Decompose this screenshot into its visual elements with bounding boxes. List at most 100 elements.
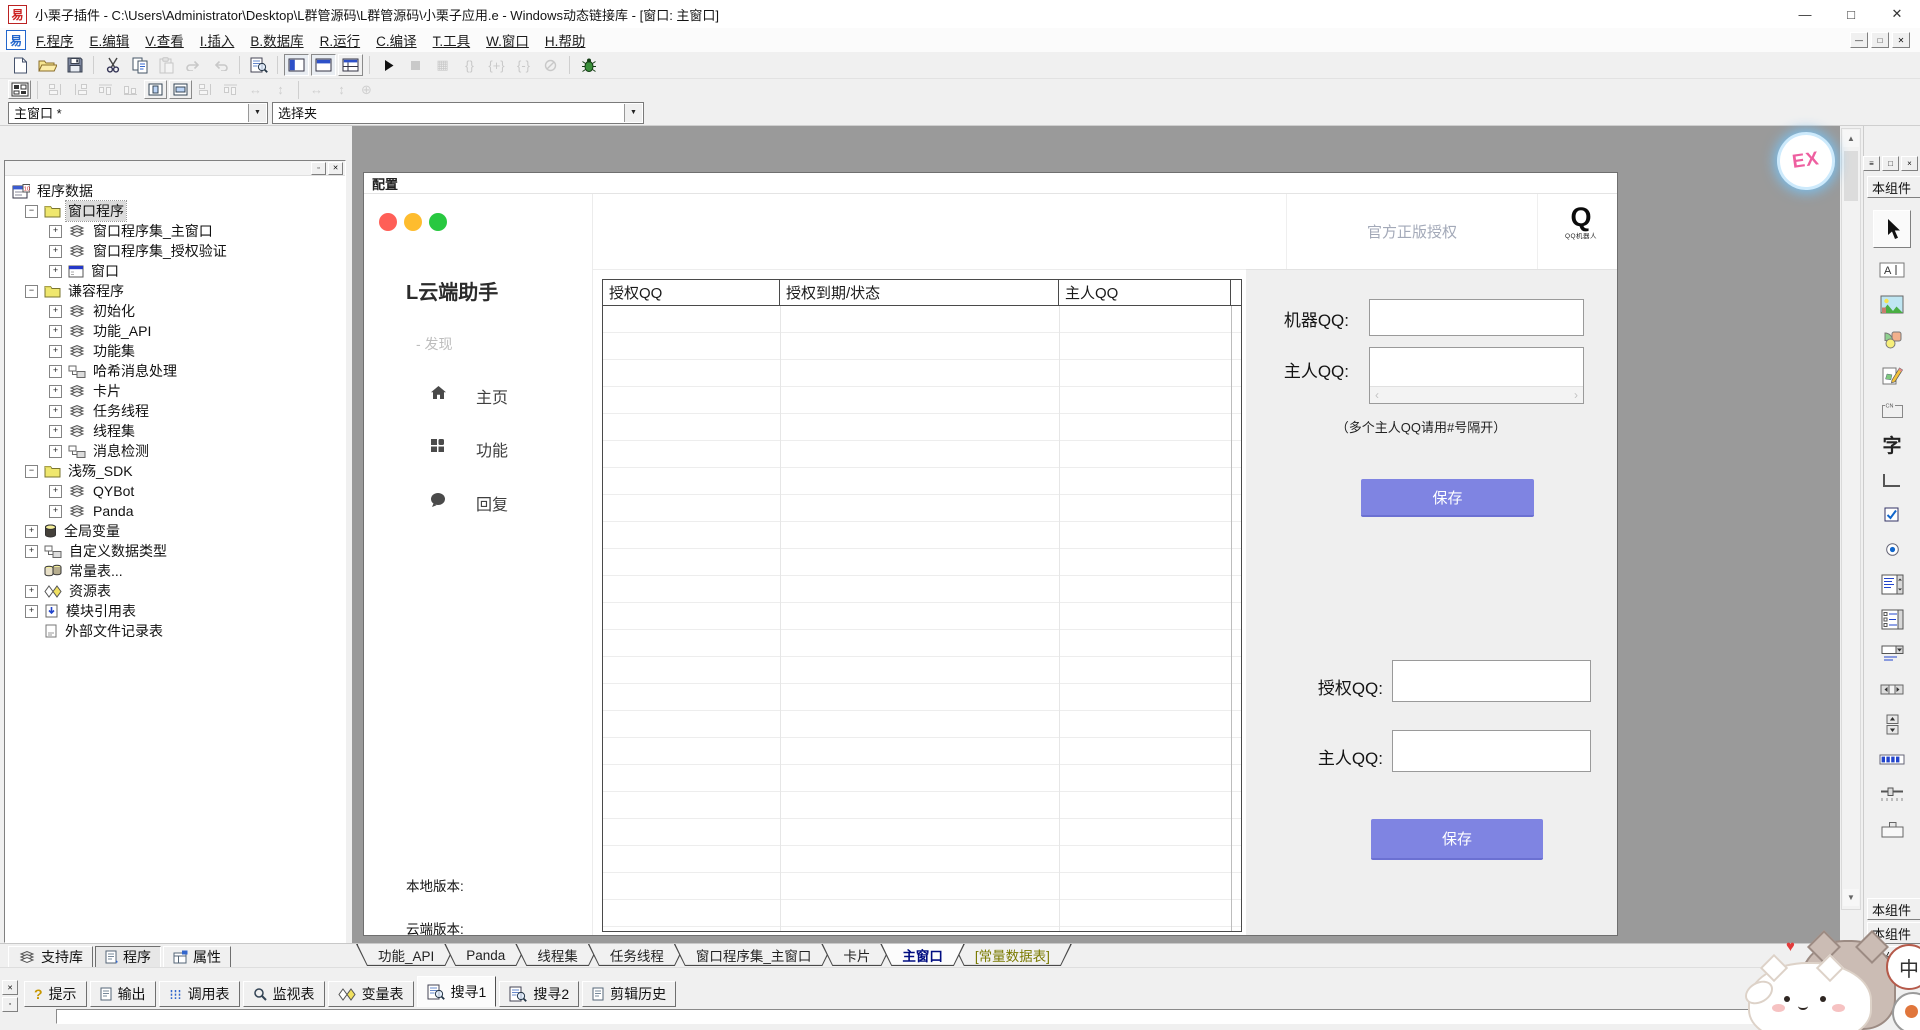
table-row[interactable]: [603, 306, 1241, 333]
view-code-button[interactable]: [246, 54, 271, 76]
panel-close-button[interactable]: ✕: [328, 162, 343, 175]
progress-bar-tool[interactable]: [1864, 742, 1920, 777]
tree-item-功能_API[interactable]: +功能_API: [5, 321, 345, 341]
base-components-button-2[interactable]: 本组件: [1867, 898, 1920, 920]
output-tab-提示[interactable]: ?提示: [24, 981, 87, 1007]
nav-item-功能[interactable]: 功能: [364, 435, 592, 461]
table-row[interactable]: [603, 630, 1241, 657]
picture-box-tool[interactable]: [1864, 287, 1920, 322]
table-row[interactable]: [603, 873, 1241, 900]
scroll-down-icon[interactable]: ▼: [1843, 889, 1859, 906]
cut-button[interactable]: [100, 54, 125, 76]
tree-item-自定义数据类型[interactable]: +自定义数据类型: [5, 541, 345, 561]
save-button[interactable]: 保存: [1361, 479, 1534, 517]
table-row[interactable]: [603, 900, 1241, 927]
table-row[interactable]: [603, 927, 1241, 931]
tree-item-浅殇_SDK[interactable]: −浅殇_SDK: [5, 461, 345, 481]
minimize-button[interactable]: —: [1782, 0, 1828, 28]
table-row[interactable]: [603, 441, 1241, 468]
output-tab-输出[interactable]: 输出: [90, 981, 156, 1007]
tree-item-谦容程序[interactable]: −谦容程序: [5, 281, 345, 301]
output-maximize-button[interactable]: ▫: [2, 997, 18, 1012]
tree-expander-icon[interactable]: +: [25, 605, 38, 618]
static-text-tool[interactable]: 字: [1864, 427, 1920, 462]
tree-expander-icon[interactable]: +: [25, 545, 38, 558]
output-tab-调用表[interactable]: 调用表: [159, 981, 240, 1007]
toolbox-restore-button[interactable]: □: [1882, 156, 1899, 171]
tree-expander-icon[interactable]: +: [25, 585, 38, 598]
doc-tab-任务线程[interactable]: 任务线程: [588, 944, 686, 966]
plugin-debug-button[interactable]: [576, 54, 601, 76]
check-list-box-tool[interactable]: [1864, 602, 1920, 637]
edit-box-tool[interactable]: [1864, 357, 1920, 392]
tree-expander-icon[interactable]: +: [49, 385, 62, 398]
spinner-tool[interactable]: [1864, 707, 1920, 742]
group-box-tool[interactable]: CN: [1864, 392, 1920, 427]
menu-H.帮助[interactable]: H.帮助: [545, 30, 586, 50]
mdi-close-button[interactable]: ✕: [1892, 32, 1910, 48]
tree-item-常量表...[interactable]: 常量表...: [5, 561, 345, 581]
table-row[interactable]: [603, 819, 1241, 846]
tree-item-外部文件记录表[interactable]: 外部文件记录表: [5, 621, 345, 641]
auth-table[interactable]: 授权QQ授权到期/状态主人QQ: [602, 279, 1242, 932]
tree-item-线程集[interactable]: +线程集: [5, 421, 345, 441]
toggle-output-pane-button[interactable]: [311, 54, 336, 76]
menu-B.数据库[interactable]: B.数据库: [250, 30, 303, 50]
tree-root[interactable]: 10程序数据: [5, 181, 345, 201]
table-row[interactable]: [603, 846, 1241, 873]
pointer-tool[interactable]: [1873, 210, 1911, 248]
panel-dock-button[interactable]: ▫: [311, 162, 326, 175]
doc-tab-主窗口[interactable]: 主窗口: [880, 944, 965, 966]
scrollbar-thumb[interactable]: [1844, 151, 1858, 201]
toggle-workspace-button[interactable]: [284, 54, 309, 76]
table-row[interactable]: [603, 468, 1241, 495]
output-tab-监视表[interactable]: 监视表: [243, 981, 325, 1007]
new-file-button[interactable]: [8, 54, 33, 76]
label-tool[interactable]: A: [1864, 252, 1920, 287]
run-button[interactable]: [376, 54, 401, 76]
tab-程序[interactable]: 程序: [95, 946, 161, 968]
menu-F.程序[interactable]: F.程序: [36, 30, 74, 50]
list-box-tool[interactable]: [1864, 567, 1920, 602]
copy-button[interactable]: [127, 54, 152, 76]
tree-expander-icon[interactable]: +: [49, 305, 62, 318]
slider-tool[interactable]: [1864, 777, 1920, 812]
table-row[interactable]: [603, 333, 1241, 360]
table-row[interactable]: [603, 387, 1241, 414]
toggle-property-pane-button[interactable]: [338, 54, 363, 76]
table-row[interactable]: [603, 738, 1241, 765]
menu-W.窗口[interactable]: W.窗口: [486, 30, 529, 50]
output-scroll-track[interactable]: [56, 1009, 1848, 1024]
base-components-button[interactable]: 本组件: [1867, 176, 1920, 198]
designer-scrollbar[interactable]: ▲ ▼: [1841, 128, 1861, 910]
tree-item-功能集[interactable]: +功能集: [5, 341, 345, 361]
tree-item-全局变量[interactable]: +全局变量: [5, 521, 345, 541]
doc-tab-窗口程序集_主窗口[interactable]: 窗口程序集_主窗口: [674, 944, 834, 966]
center-horizontal-button[interactable]: [144, 80, 167, 99]
tree-item-任务线程[interactable]: +任务线程: [5, 401, 345, 421]
table-row[interactable]: [603, 603, 1241, 630]
tree-expander-icon[interactable]: −: [25, 205, 38, 218]
table-row[interactable]: [603, 711, 1241, 738]
output-close-button[interactable]: ✕: [2, 980, 18, 995]
scroll-up-icon[interactable]: ▲: [1843, 130, 1859, 147]
tree-expander-icon[interactable]: +: [49, 345, 62, 358]
active-window-combobox[interactable]: 主窗口 * ▼: [8, 102, 268, 124]
tab-control-tool[interactable]: [1864, 812, 1920, 847]
mdi-minimize-button[interactable]: —: [1850, 32, 1868, 48]
output-tab-剪辑历史[interactable]: 剪辑历史: [582, 981, 676, 1007]
tree-expander-icon[interactable]: +: [25, 525, 38, 538]
tree-expander-icon[interactable]: +: [49, 325, 62, 338]
output-tab-搜寻1[interactable]: 搜寻1: [417, 976, 497, 1007]
table-row[interactable]: [603, 792, 1241, 819]
tree-expander-icon[interactable]: −: [25, 465, 38, 478]
tree-item-初始化[interactable]: +初始化: [5, 301, 345, 321]
grid-toggle-button[interactable]: [8, 80, 31, 99]
h-scrollbar-tool[interactable]: [1864, 672, 1920, 707]
nav-item-主页[interactable]: 主页: [364, 382, 592, 408]
tree-expander-icon[interactable]: +: [49, 265, 62, 278]
doc-tab-功能_API[interactable]: 功能_API: [356, 944, 456, 966]
table-row[interactable]: [603, 522, 1241, 549]
menu-I.插入[interactable]: I.插入: [200, 30, 235, 50]
output-tab-变量表[interactable]: 变量表: [328, 981, 414, 1007]
